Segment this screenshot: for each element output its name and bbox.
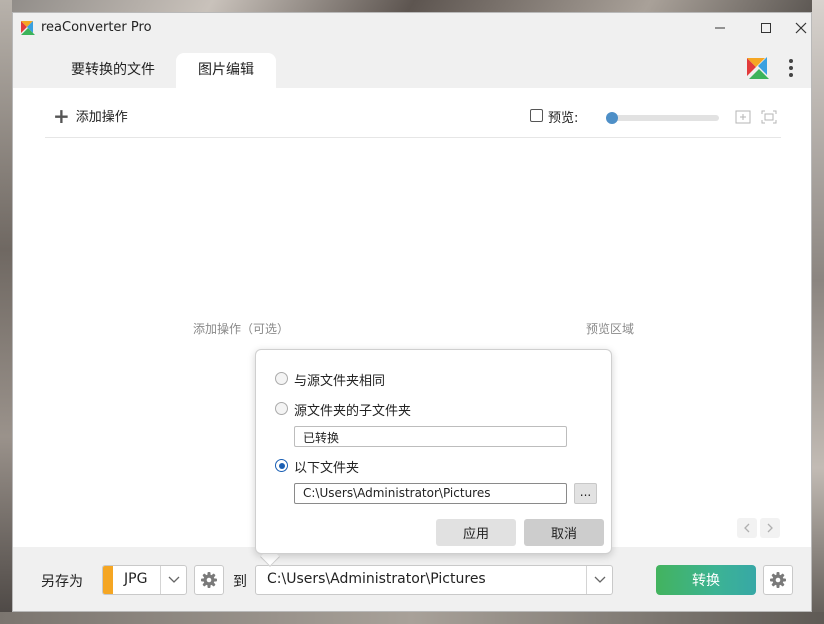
zoom-slider-track[interactable]	[607, 115, 719, 121]
window-title: reaConverter Pro	[41, 20, 152, 35]
plus-icon: +	[53, 103, 70, 128]
tab-files-to-convert[interactable]: 要转换的文件	[49, 53, 177, 88]
radio-following-folder-label[interactable]: 以下文件夹	[294, 457, 359, 476]
operations-hint: 添加操作（可选）	[193, 322, 290, 336]
zoom-slider-thumb[interactable]	[606, 112, 618, 124]
previous-image-button[interactable]	[737, 518, 757, 538]
to-label: 到	[233, 574, 247, 590]
browse-button[interactable]: ...	[574, 483, 597, 504]
tab-image-editing[interactable]: 图片编辑	[176, 53, 276, 88]
chevron-left-icon	[744, 523, 750, 533]
preview-label: 预览:	[548, 111, 579, 126]
chevron-down-icon	[594, 576, 606, 583]
minimize-button[interactable]	[697, 13, 743, 43]
add-operation-label: 添加操作	[75, 110, 128, 125]
app-logo-icon	[21, 21, 35, 35]
title-bar: reaConverter Pro	[13, 13, 811, 45]
format-select[interactable]: JPG	[102, 565, 187, 595]
brand-logo-icon[interactable]	[743, 53, 773, 83]
conversion-settings-button[interactable]	[763, 565, 793, 595]
more-menu-icon[interactable]	[783, 55, 799, 81]
cancel-button[interactable]: 取消	[524, 519, 604, 546]
convert-button[interactable]: 转换	[656, 565, 756, 595]
preview-checkbox[interactable]	[530, 109, 543, 122]
chevron-right-icon	[767, 523, 773, 533]
preview-area-hint: 预览区域	[586, 322, 635, 336]
gear-icon	[770, 572, 786, 588]
folder-path-input[interactable]: C:\Users\Administrator\Pictures	[294, 483, 567, 504]
format-value: JPG	[124, 571, 148, 587]
tab-bar: 要转换的文件 图片编辑	[13, 45, 811, 88]
minimize-icon	[715, 27, 725, 29]
desktop-background	[0, 0, 12, 624]
radio-source-subfolder[interactable]	[275, 402, 288, 415]
close-button[interactable]	[789, 13, 811, 43]
output-path-field[interactable]: C:\Users\Administrator\Pictures	[255, 565, 613, 595]
apply-button[interactable]: 应用	[436, 519, 516, 546]
radio-same-as-source[interactable]	[275, 372, 288, 385]
output-bar: 另存为 JPG 到 C:\Users\Administrator\Picture…	[13, 547, 811, 611]
radio-source-subfolder-label[interactable]: 源文件夹的子文件夹	[294, 400, 411, 419]
gear-icon	[201, 572, 217, 588]
maximize-icon	[761, 23, 771, 33]
output-path-dropdown-button[interactable]	[586, 566, 613, 594]
maximize-button[interactable]	[743, 13, 789, 43]
desktop-background-right	[812, 0, 824, 624]
desktop-background-bottom	[0, 612, 824, 624]
output-folder-popup: 与源文件夹相同 源文件夹的子文件夹 已转换 以下文件夹 C:\Users\Adm…	[255, 349, 612, 554]
subfolder-name-input[interactable]: 已转换	[294, 426, 567, 447]
fit-to-screen-icon[interactable]	[761, 110, 777, 124]
next-image-button[interactable]	[760, 518, 780, 538]
format-color-accent	[103, 566, 113, 594]
chevron-down-icon	[168, 576, 180, 583]
format-settings-button[interactable]	[194, 565, 224, 595]
radio-following-folder[interactable]	[275, 459, 288, 472]
format-dropdown-button[interactable]	[160, 566, 186, 594]
toolbar-divider	[45, 137, 781, 138]
output-path-value: C:\Users\Administrator\Pictures	[267, 571, 486, 587]
zoom-in-icon[interactable]	[735, 110, 751, 124]
app-window: reaConverter Pro 要转换的文件 图片编辑 + 添加操作 预览:	[12, 12, 812, 612]
add-operation-button[interactable]: + 添加操作	[53, 103, 128, 128]
radio-same-as-source-label[interactable]: 与源文件夹相同	[294, 370, 385, 389]
close-icon	[795, 22, 807, 34]
save-as-label: 另存为	[41, 574, 83, 590]
